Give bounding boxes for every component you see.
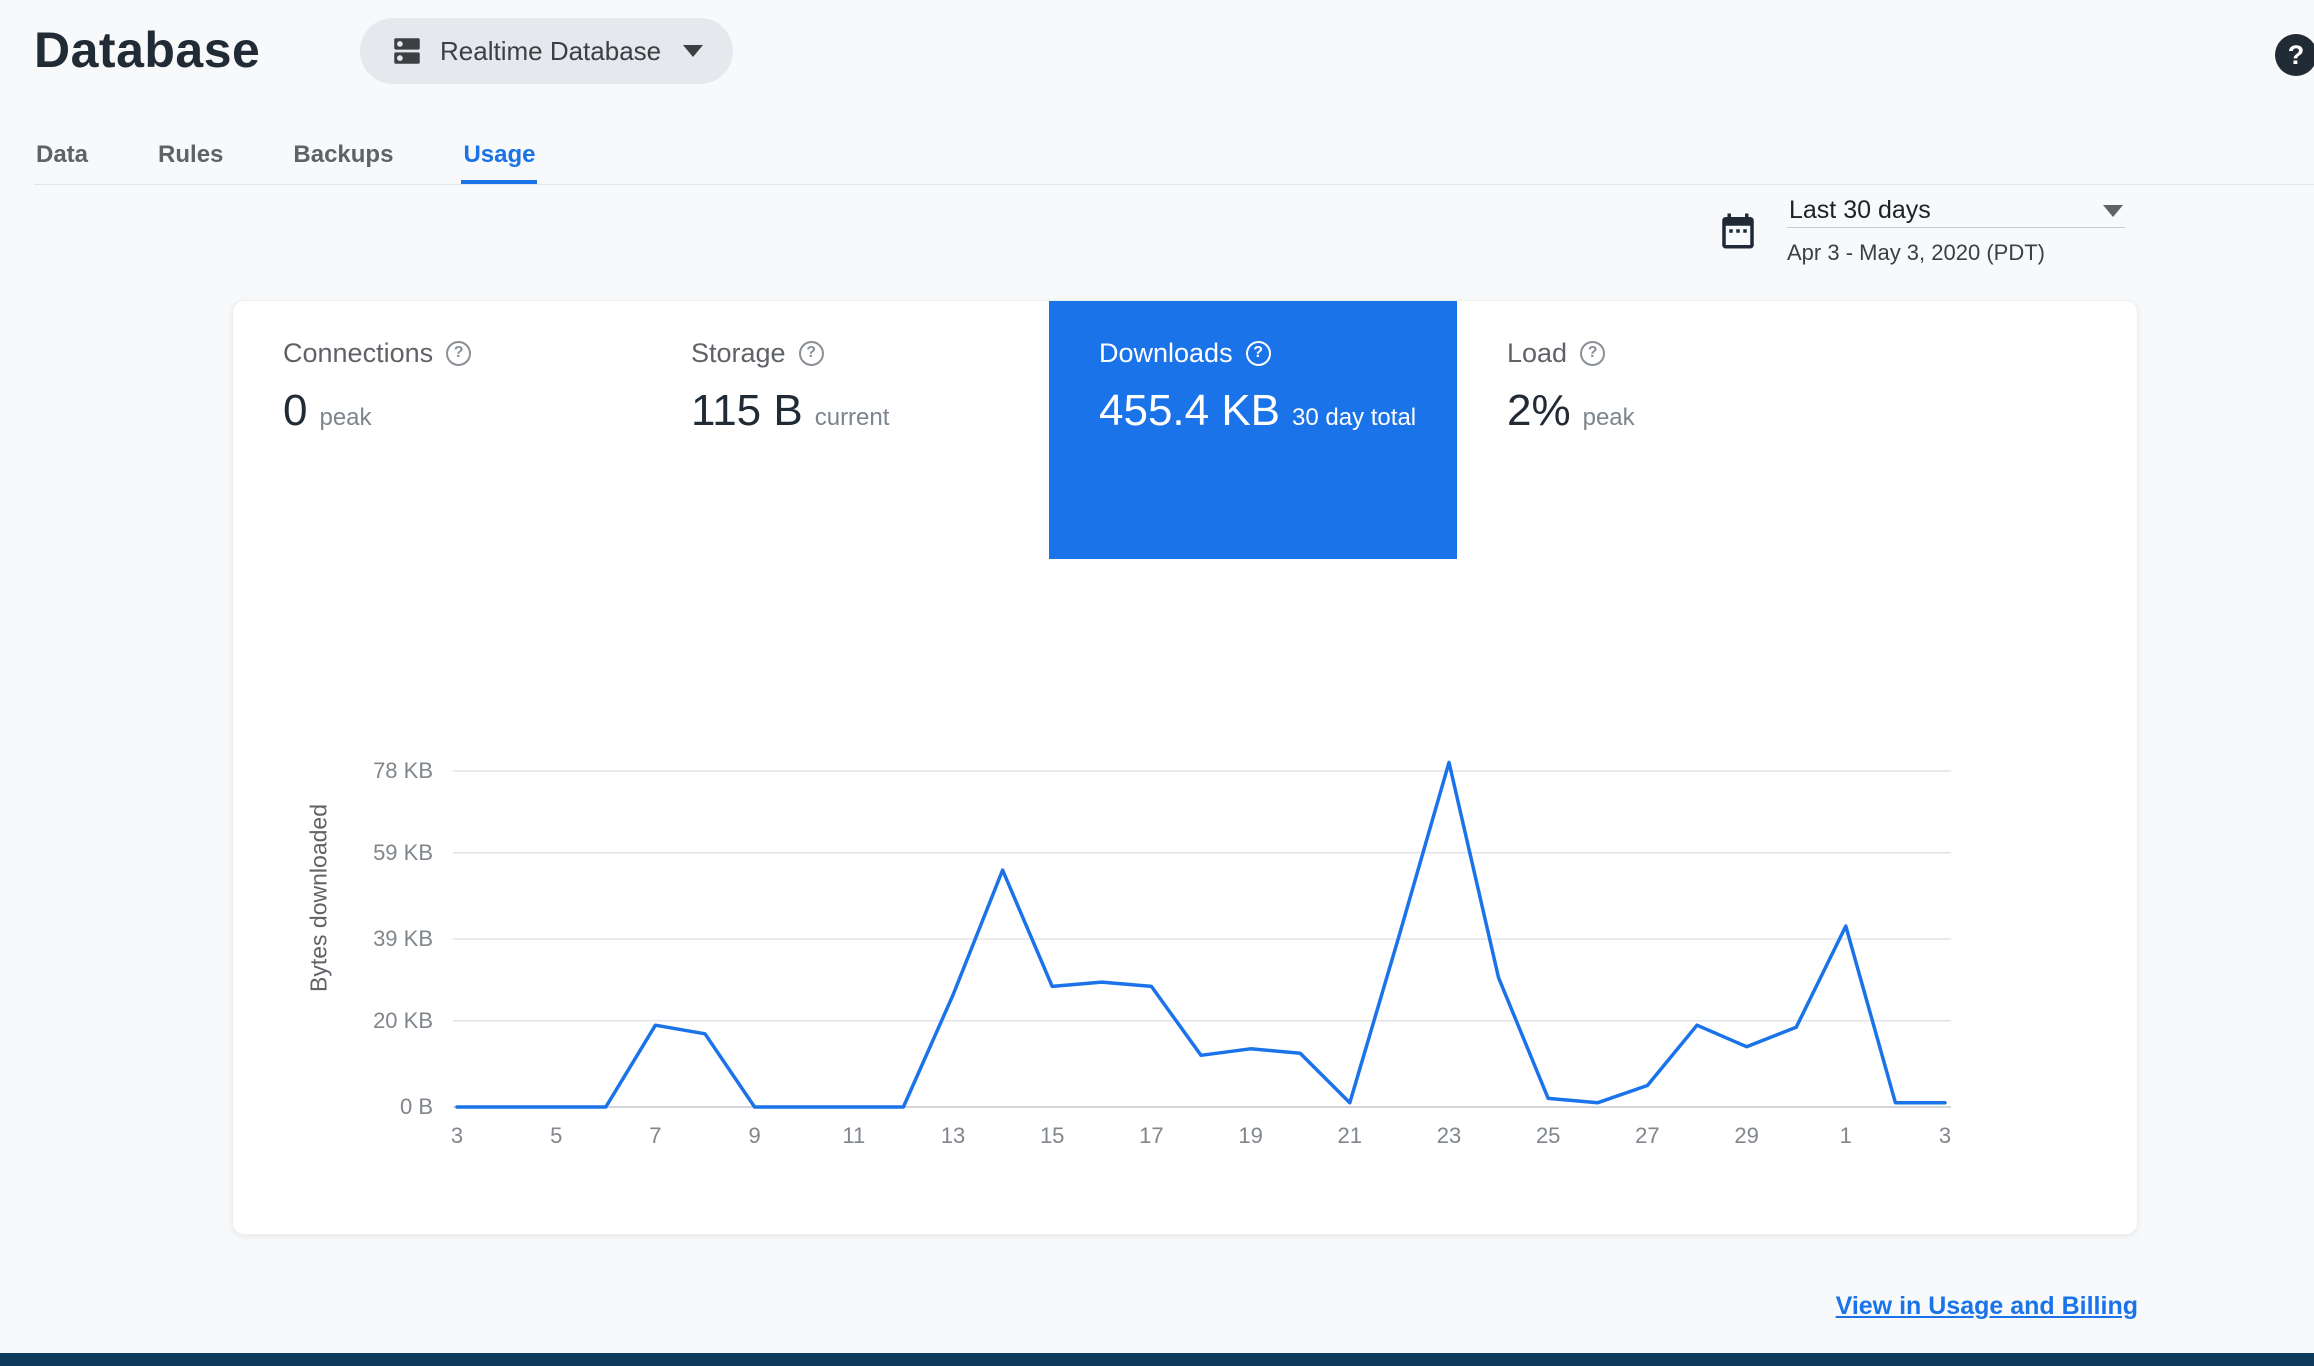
x-axis-tick-label: 19 xyxy=(1238,1123,1263,1148)
metric-storage[interactable]: Storage ? 115 B current xyxy=(641,301,1049,559)
metric-value-row: 0 peak xyxy=(283,385,621,437)
x-axis-tick-label: 7 xyxy=(649,1123,662,1148)
metric-unit: 30 day total xyxy=(1292,404,1417,431)
metric-value: 455.4 KB xyxy=(1099,386,1281,435)
x-axis-tick-label: 29 xyxy=(1734,1123,1759,1148)
tab-data[interactable]: Data xyxy=(34,126,90,184)
y-axis-tick-label: 0 B xyxy=(399,1094,433,1119)
y-axis-tick-label: 59 KB xyxy=(373,839,433,865)
chevron-down-icon xyxy=(2103,204,2123,217)
calendar-icon xyxy=(1717,210,1759,252)
footer-bar xyxy=(0,1353,2314,1366)
tab-bar: Data Rules Backups Usage xyxy=(34,126,2314,185)
database-selector[interactable]: Realtime Database xyxy=(360,18,734,84)
metric-value-row: 2% peak xyxy=(1507,385,1845,437)
metric-unit: peak xyxy=(319,404,372,431)
date-range-label: Last 30 days xyxy=(1789,196,1931,224)
help-icon[interactable]: ? xyxy=(798,340,824,366)
y-axis-tick-label: 39 KB xyxy=(373,926,433,951)
metric-label-row: Downloads ? xyxy=(1099,339,1437,367)
metric-label: Load xyxy=(1507,338,1568,368)
metric-value: 0 xyxy=(283,386,308,435)
metric-selector-row: Connections ? 0 peak Storage ? 115 B cur… xyxy=(233,301,1865,559)
tab-usage[interactable]: Usage xyxy=(461,126,537,184)
metric-label-row: Storage ? xyxy=(691,339,1029,367)
metric-label-row: Connections ? xyxy=(283,339,621,367)
help-icon[interactable]: ? xyxy=(446,340,472,366)
x-axis-tick-label: 25 xyxy=(1535,1123,1561,1148)
page-title: Database xyxy=(34,22,261,78)
x-axis-tick-label: 21 xyxy=(1337,1123,1363,1148)
x-axis-tick-label: 17 xyxy=(1139,1123,1164,1148)
metric-label: Storage xyxy=(691,338,786,368)
help-icon[interactable]: ? xyxy=(1245,340,1271,366)
y-axis-tick-label: 20 KB xyxy=(373,1007,433,1033)
metric-value: 2% xyxy=(1507,386,1571,435)
downloads-line-chart xyxy=(453,760,1951,1109)
metric-label: Connections xyxy=(283,338,434,368)
metric-connections[interactable]: Connections ? 0 peak xyxy=(233,301,641,559)
help-icon[interactable]: ? xyxy=(1580,340,1606,366)
tab-backups[interactable]: Backups xyxy=(291,126,395,184)
metric-value-row: 115 B current xyxy=(691,385,1029,437)
x-axis-tick-label: 3 xyxy=(450,1123,464,1148)
metric-downloads[interactable]: Downloads ? 455.4 KB 30 day total xyxy=(1049,301,1457,559)
x-axis-tick-label: 11 xyxy=(842,1123,866,1148)
y-axis-title: Bytes downloaded xyxy=(305,804,332,992)
date-range-detail: Apr 3 - May 3, 2020 (PDT) xyxy=(1787,240,2045,265)
metric-label: Downloads xyxy=(1099,338,1233,368)
chevron-down-icon xyxy=(683,45,704,57)
metric-value-row: 455.4 KB 30 day total xyxy=(1099,385,1437,437)
x-axis-tick-label: 9 xyxy=(748,1123,761,1148)
page: Database Realtime Database ? Data Rules … xyxy=(0,0,2314,1366)
metric-unit: peak xyxy=(1582,404,1635,431)
metric-label-row: Load ? xyxy=(1507,339,1845,367)
x-axis-tick-label: 23 xyxy=(1436,1123,1462,1148)
x-axis-tick-label: 13 xyxy=(940,1123,966,1148)
database-icon xyxy=(390,34,424,68)
x-axis-tick-label: 1 xyxy=(1839,1123,1852,1148)
x-axis-tick-label: 5 xyxy=(550,1123,563,1148)
metric-value: 115 B xyxy=(691,386,803,435)
view-usage-billing-link[interactable]: View in Usage and Billing xyxy=(1836,1292,2138,1321)
database-selector-label: Realtime Database xyxy=(440,35,662,66)
x-axis-tick-label: 3 xyxy=(1938,1123,1952,1148)
y-axis-tick-label: 78 KB xyxy=(373,758,433,783)
date-range-select[interactable]: Last 30 days xyxy=(1787,194,2125,228)
x-axis-tick-label: 27 xyxy=(1635,1123,1660,1148)
metric-unit: current xyxy=(814,404,890,431)
help-button[interactable]: ? xyxy=(2275,34,2314,76)
tab-rules[interactable]: Rules xyxy=(156,126,225,184)
x-axis-tick-label: 15 xyxy=(1039,1123,1065,1148)
usage-card: Connections ? 0 peak Storage ? 115 B cur… xyxy=(232,300,2138,1235)
metric-load[interactable]: Load ? 2% peak xyxy=(1457,301,1865,559)
